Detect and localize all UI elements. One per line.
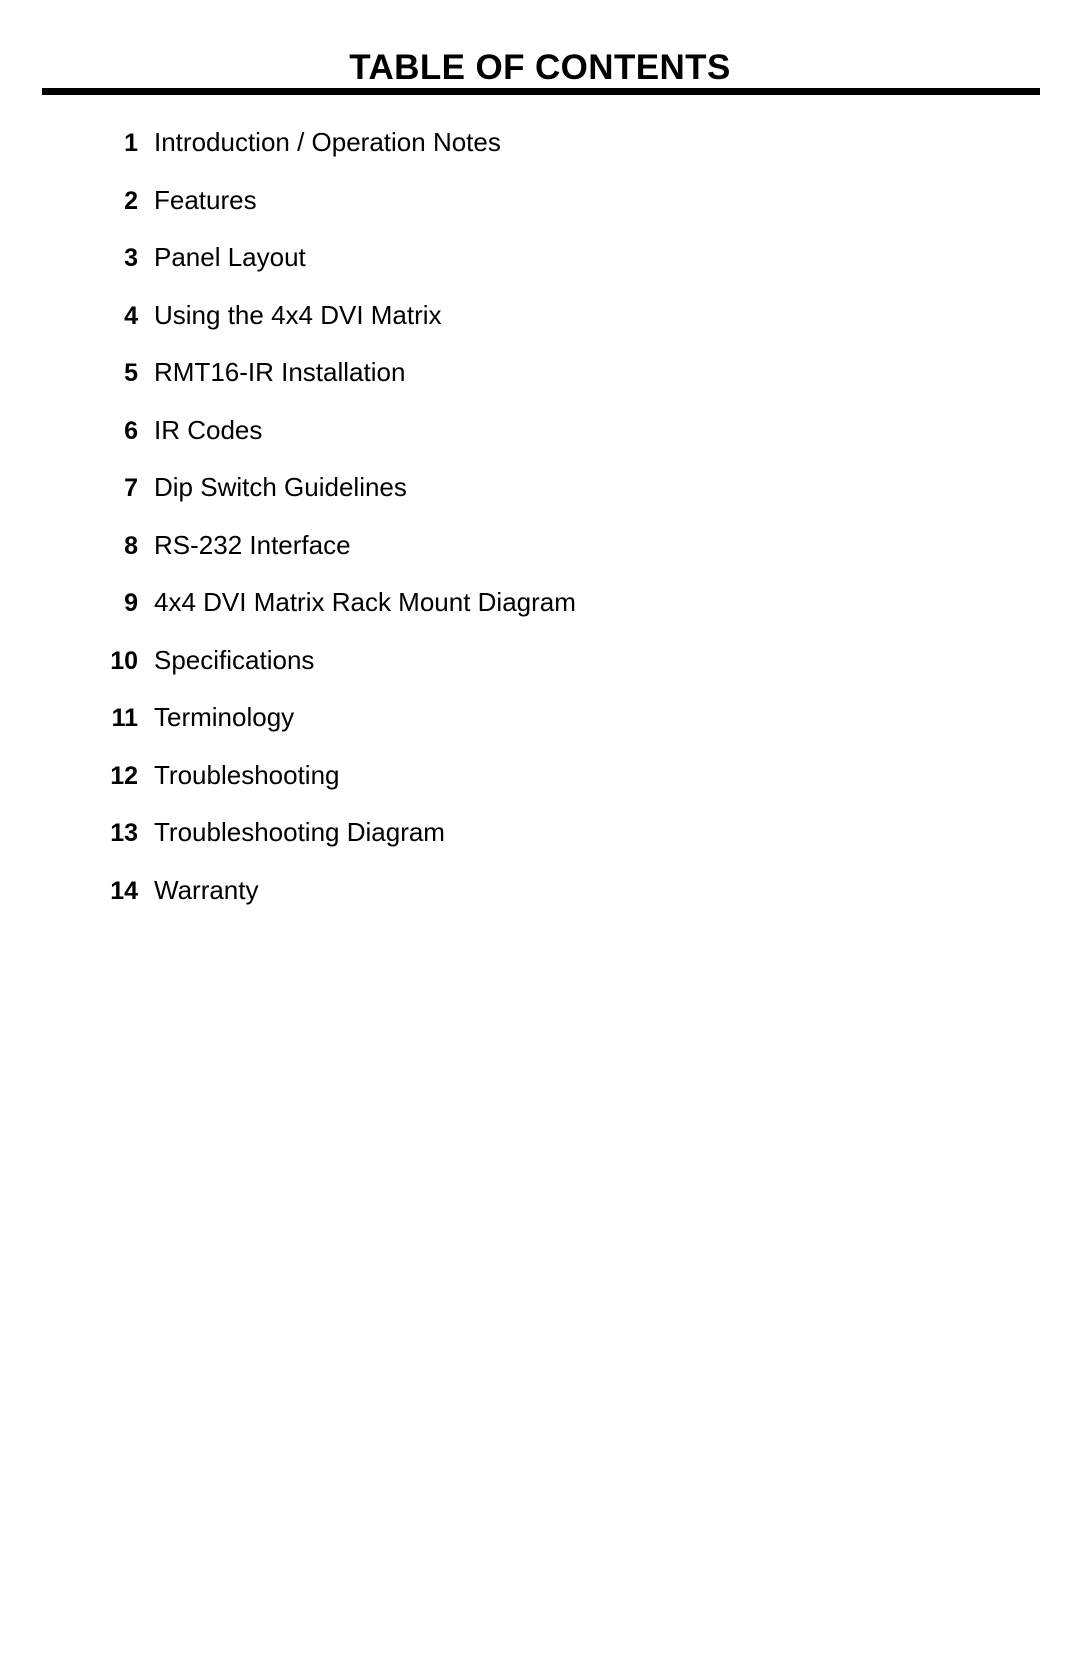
toc-entry-label: Troubleshooting [154,759,340,790]
toc-entry-number: 14 [110,876,138,905]
toc-entry[interactable]: 3 Panel Layout [0,244,1080,302]
toc-entry[interactable]: 10 Specifications [0,647,1080,705]
toc-entry-number: 7 [124,474,138,502]
toc-entry-number: 9 [124,589,138,617]
toc-entry-number: 6 [124,416,138,445]
toc-entry[interactable]: 8 RS-232 Interface [0,532,1080,590]
toc-entry-number: 13 [110,819,138,847]
toc-entry[interactable]: 7 Dip Switch Guidelines [0,474,1080,532]
title-divider-rule [42,88,1040,95]
toc-entry[interactable]: 2 Features [0,187,1080,245]
toc-entry-label: Terminology [154,702,295,732]
toc-entry[interactable]: 6 IR Codes [0,417,1080,475]
toc-entry-label: RMT16-IR Installation [154,357,406,387]
page-title: TABLE OF CONTENTS [349,48,731,87]
toc-entry-number: 4 [124,301,138,330]
document-page: TABLE OF CONTENTS 1 Introduction / Operat… [0,0,1080,1669]
toc-entry-number: 1 [124,129,138,157]
toc-entry-label: RS-232 Interface [154,529,351,560]
toc-entry[interactable]: 9 4x4 DVI Matrix Rack Mount Diagram [0,589,1080,647]
toc-entry-label: Panel Layout [154,242,306,272]
toc-entry-label: Warranty [154,874,259,905]
toc-entry-label: Features [154,184,257,215]
toc-entry-label: Introduction / Operation Notes [154,127,501,157]
toc-entry-label: Dip Switch Guidelines [154,472,407,502]
toc-entry-label: Troubleshooting Diagram [154,817,445,847]
toc-entry[interactable]: 12 Troubleshooting [0,762,1080,820]
toc-entry-number: 5 [124,359,138,387]
toc-entry[interactable]: 1 Introduction / Operation Notes [0,129,1080,187]
toc-entry[interactable]: 11 Terminology [0,704,1080,762]
toc-entry-label: Specifications [154,644,315,675]
toc-entry-number: 3 [124,244,138,272]
toc-entry-number: 10 [110,646,138,675]
toc-entry-label: 4x4 DVI Matrix Rack Mount Diagram [154,587,576,617]
toc-entry-number: 8 [124,531,138,560]
table-of-contents-list: 1 Introduction / Operation Notes 2 Features… [0,129,1080,934]
toc-entry-number: 12 [110,761,138,790]
toc-entry[interactable]: 14 Warranty [0,877,1080,935]
toc-entry[interactable]: 13 Troubleshooting Diagram [0,819,1080,877]
toc-entry[interactable]: 4 Using the 4x4 DVI Matrix [0,302,1080,360]
toc-entry-number: 2 [124,186,138,215]
document-header: TABLE OF CONTENTS [0,0,1080,95]
toc-entry[interactable]: 5 RMT16-IR Installation [0,359,1080,417]
toc-entry-number: 11 [111,704,138,732]
toc-entry-label: IR Codes [154,414,263,445]
toc-entry-label: Using the 4x4 DVI Matrix [154,299,442,330]
